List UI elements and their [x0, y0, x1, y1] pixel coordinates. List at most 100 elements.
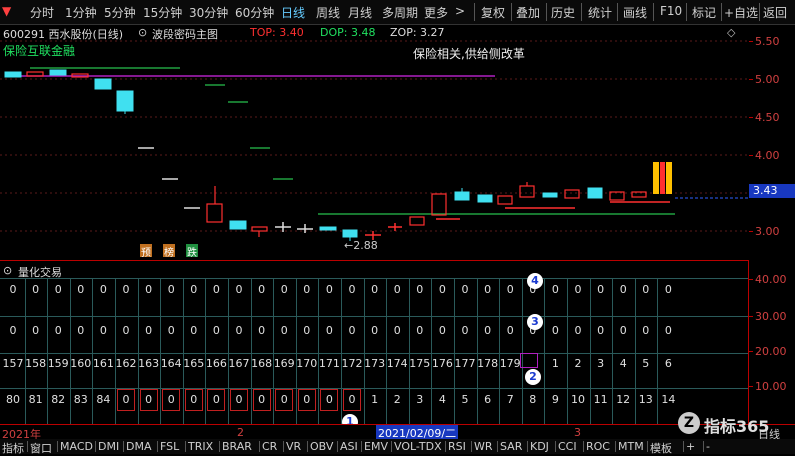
badge-2: 2 — [525, 369, 541, 385]
zero-cell: 0 — [484, 283, 492, 296]
more-arrow-icon[interactable]: > — [455, 4, 465, 18]
mark-button[interactable]: 标记 — [692, 4, 716, 21]
indicator-tab[interactable]: RSI — [448, 440, 466, 453]
stats-button[interactable]: 统计 — [588, 4, 612, 21]
tab-daily[interactable]: 日线 — [281, 4, 305, 21]
indicator-tab[interactable]: KDJ — [530, 440, 549, 453]
menu-flag-icon[interactable]: ▼ — [2, 4, 11, 18]
tab-15min[interactable]: 15分钟 — [143, 4, 182, 21]
indicator-tab[interactable]: FSL — [160, 440, 179, 453]
zero-cell: 0 — [280, 324, 288, 337]
indicator-tab[interactable]: - — [706, 440, 710, 453]
indicator-tab[interactable]: CR — [262, 440, 277, 453]
signal-cell: 5 — [461, 393, 469, 406]
top-toolbar: ▼ 分时 1分钟 5分钟 15分钟 30分钟 60分钟 日线 周线 月线 多周期… — [0, 0, 795, 25]
signal-cell: 8 — [529, 393, 537, 406]
tab-monthly[interactable]: 月线 — [348, 4, 372, 21]
f10-button[interactable]: F10 — [660, 4, 682, 18]
zero-cell: 0 — [190, 324, 198, 337]
signal-box — [139, 389, 158, 411]
y-tick: 5.00 — [755, 73, 780, 86]
indicator-tab[interactable]: ASI — [340, 440, 358, 453]
count-cell: 157 — [2, 357, 24, 370]
date-axis: 2021年 2 2021/02/09/二 3 日线 — [0, 424, 795, 441]
fuquan-button[interactable]: 复权 — [481, 4, 505, 21]
indicator-tab[interactable]: DMI — [98, 440, 119, 453]
indicator-tab[interactable]: VR — [286, 440, 301, 453]
indicator-tab[interactable]: MACD — [60, 440, 93, 453]
watermark-logo-icon: Z — [678, 412, 700, 434]
zero-cell: 0 — [438, 283, 446, 296]
signal-box — [230, 389, 248, 411]
zero-cell: 0 — [619, 324, 627, 337]
count-cell: 170 — [296, 357, 318, 370]
current-price-tag: 3.43 — [749, 184, 795, 198]
count-cell: 166 — [205, 357, 227, 370]
indicator-tab-bar: 指标 窗口 MACD DMI DMA FSL TRIX BRAR CR VR OBV ASI EMV VO… — [0, 439, 795, 455]
zero-cell: 0 — [99, 324, 107, 337]
count-cell: 165 — [183, 357, 205, 370]
signal-box — [343, 389, 361, 411]
count-cell: 162 — [115, 357, 137, 370]
tab-30min[interactable]: 30分钟 — [189, 4, 228, 21]
zero-cell: 0 — [122, 283, 130, 296]
indicator-tab[interactable]: BRAR — [222, 440, 252, 453]
indicator-tab[interactable]: OBV — [310, 440, 333, 453]
zero-cell: 0 — [325, 324, 333, 337]
tab-fenshi[interactable]: 分时 — [30, 4, 54, 21]
indicator-tab[interactable]: CCI — [558, 440, 577, 453]
signal-cell: 6 — [484, 393, 492, 406]
watermark: Z 指标365 — [678, 410, 788, 436]
count-cell: 174 — [386, 357, 408, 370]
indicator-tab[interactable]: ROC — [586, 440, 610, 453]
tab-more[interactable]: 更多 — [424, 4, 448, 21]
count-cell: 178 — [477, 357, 499, 370]
signal-cell: 83 — [73, 393, 88, 406]
indicator-tab[interactable]: SAR — [500, 440, 522, 453]
indicator-tab[interactable]: EMV — [364, 440, 388, 453]
tab-5min[interactable]: 5分钟 — [104, 4, 136, 21]
price-axis: 5.50 5.00 4.50 4.00 3.50 3.00 3.43 40.00… — [749, 24, 795, 424]
indicator-tab[interactable]: DMA — [126, 440, 152, 453]
count-cell: 6 — [664, 357, 672, 370]
count-cell: 176 — [431, 357, 453, 370]
zero-cell: 0 — [597, 324, 605, 337]
zero-cell: 0 — [393, 324, 401, 337]
zero-cell: 0 — [212, 324, 220, 337]
indicator-tab[interactable]: + — [686, 440, 695, 453]
count-cell: 175 — [409, 357, 431, 370]
indicator-tab[interactable]: VOL-TDX — [394, 440, 442, 453]
signal-box — [297, 389, 316, 411]
signal-cell: 2 — [393, 393, 401, 406]
count-cell: 163 — [138, 357, 160, 370]
y-tick: 5.50 — [755, 35, 780, 48]
add-watchlist-button[interactable]: +自选 — [724, 4, 758, 21]
signal-box — [184, 389, 203, 411]
month-mark: 2 — [237, 426, 244, 439]
tab-multi-period[interactable]: 多周期 — [382, 4, 418, 21]
zero-cell: 0 — [212, 283, 220, 296]
zero-cell: 0 — [122, 324, 130, 337]
tab-60min[interactable]: 60分钟 — [235, 4, 274, 21]
back-button[interactable]: 返回 — [763, 4, 787, 21]
candlestick-chart — [0, 40, 748, 241]
zero-cell: 0 — [32, 324, 40, 337]
indicator-tab[interactable]: TRIX — [188, 440, 213, 453]
draw-line-button[interactable]: 画线 — [623, 4, 647, 21]
zero-cell: 0 — [280, 283, 288, 296]
indicator-tab[interactable]: MTM — [618, 440, 644, 453]
collapse-icon[interactable]: ⊙ — [3, 264, 12, 277]
history-button[interactable]: 历史 — [551, 4, 575, 21]
tab-1min[interactable]: 1分钟 — [65, 4, 97, 21]
y-tick: 3.00 — [755, 225, 780, 238]
signal-cell: 80 — [6, 393, 20, 406]
count-cell: 173 — [364, 357, 386, 370]
zero-cell: 0 — [574, 324, 582, 337]
tab-weekly[interactable]: 周线 — [316, 4, 340, 21]
zero-cell: 0 — [190, 283, 198, 296]
zero-cell: 0 — [145, 283, 153, 296]
overlay-button[interactable]: 叠加 — [516, 4, 540, 21]
zero-cell: 0 — [99, 283, 107, 296]
indicator-tab[interactable]: WR — [474, 440, 493, 453]
count-cell: 2 — [574, 357, 582, 370]
